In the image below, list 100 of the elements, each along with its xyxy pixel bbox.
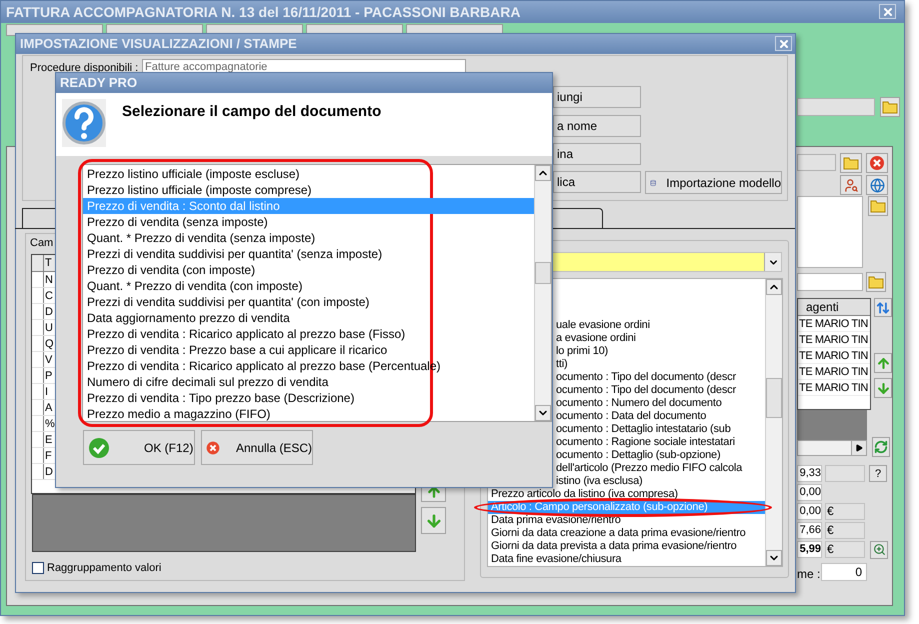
list-item[interactable]: Prezzo listino ufficiale (imposte escluse): [83, 166, 534, 182]
list-item[interactable]: Prezzo medio a magazzino (FIFO): [83, 406, 534, 422]
window-title: FATTURA ACCOMPAGNATORIA N. 13 del 16/11/2011 - PACASSONI BARBARA: [6, 2, 520, 22]
currency-field: €: [825, 522, 865, 539]
table-cell-text: P: [44, 369, 52, 383]
table-cell-text: Q: [44, 337, 54, 351]
text-field[interactable]: [797, 98, 875, 116]
table-cell-text: %: [44, 417, 55, 431]
fields-label: Cam: [30, 236, 54, 251]
close-button[interactable]: [879, 4, 896, 19]
folder-icon: [843, 156, 859, 170]
checkbox-label: Raggruppamento valori: [47, 561, 162, 576]
move-up-button[interactable]: [874, 353, 892, 373]
list-item[interactable]: Quant. * Prezzo di vendita (senza imposte): [83, 230, 534, 246]
list-item[interactable]: Prezzo articolo da listino (iva compresa): [488, 488, 765, 501]
scroll-arrow-button[interactable]: [766, 550, 782, 566]
folder-button[interactable]: [866, 272, 886, 292]
question-mark-icon: [62, 99, 106, 147]
window-title: IMPOSTAZIONE VISUALIZZAZIONI / STAMPE: [20, 35, 297, 54]
checkbox[interactable]: [32, 562, 44, 574]
text-field[interactable]: [797, 273, 863, 291]
scroll-arrow-button[interactable]: [535, 165, 551, 181]
person-search-button[interactable]: [840, 175, 862, 195]
list-item[interactable]: Prezzo di vendita : Prezzo base a cui applicare il ricarico: [83, 342, 534, 358]
help-button[interactable]: ?: [869, 465, 887, 482]
table-cell-text: I: [44, 385, 48, 399]
refresh-button[interactable]: [872, 437, 890, 457]
table-cell-text: E: [44, 433, 52, 447]
globe-icon: [870, 178, 884, 192]
folder-icon: [868, 275, 884, 289]
x-circle-icon: [869, 155, 885, 171]
folder-button[interactable]: [840, 153, 862, 173]
table-cell-text: C: [44, 289, 53, 303]
arrow-down-icon: [424, 512, 442, 530]
delete-button[interactable]: [866, 153, 888, 173]
table-cell-text: F: [44, 449, 52, 463]
list-item[interactable]: Numero di cifre decimali sul prezzo di vendita: [83, 374, 534, 390]
list-item[interactable]: Data fine evasione/chiusura: [488, 553, 765, 566]
horizontal-scrollbar[interactable]: [797, 440, 867, 456]
dropdown-arrow-button[interactable]: [764, 253, 781, 271]
zoom-button[interactable]: [870, 540, 888, 558]
close-icon: [778, 38, 790, 50]
move-button[interactable]: [874, 298, 892, 317]
refresh-icon: [874, 440, 888, 454]
ok-button[interactable]: OK (F12): [83, 430, 195, 465]
table-cell: TE MARIO TIN: [798, 380, 870, 396]
list-item[interactable]: Prezzo di vendita (senza imposte): [83, 214, 534, 230]
import-template-button[interactable]: Importazione modello: [645, 171, 782, 194]
scroll-arrow-button[interactable]: [766, 279, 782, 295]
scroll-thumb[interactable]: [766, 378, 782, 418]
list-item[interactable]: Prezzi di vendita suddivisi per quantita' (con imposte): [83, 294, 534, 310]
list-item[interactable]: Quant. * Prezzo di vendita (con imposte): [83, 278, 534, 294]
text-field[interactable]: [797, 154, 836, 171]
side-button[interactable]: a nome: [553, 115, 641, 137]
list-item[interactable]: Data prima evasione/rientro: [488, 514, 765, 527]
table-cell-text: A: [44, 401, 52, 415]
list-item[interactable]: Giorni da data creazione a data prima evasione/rientro: [488, 527, 765, 540]
side-button[interactable]: ina: [553, 143, 641, 165]
move-down-button[interactable]: [421, 507, 446, 534]
table-cell: TE MARIO TIN: [798, 348, 870, 364]
table-cell: TE MARIO TIN: [798, 316, 870, 332]
scroll-arrow-button[interactable]: [535, 405, 551, 421]
list-item[interactable]: Prezzo di vendita : Tipo prezzo base (Descrizione): [83, 390, 534, 406]
list-item[interactable]: Data aggiornamento prezzo di vendita: [83, 310, 534, 326]
folder-icon: [870, 199, 886, 213]
list-item[interactable]: Prezzo listino ufficiale (imposte comprese): [83, 182, 534, 198]
zoom-in-icon: [872, 543, 886, 556]
folder-button[interactable]: [880, 97, 900, 117]
person-search-icon: [844, 178, 858, 192]
cancel-button[interactable]: Annulla (ESC): [201, 430, 313, 465]
check-icon: [88, 436, 110, 458]
side-button[interactable]: iungi: [553, 86, 641, 108]
arrow-down-icon: [876, 380, 890, 396]
move-down-button[interactable]: [874, 378, 892, 398]
scroll-thumb[interactable]: [535, 262, 551, 284]
list-item[interactable]: Prezzo di vendita : Ricarico applicato al prezzo base (Fisso): [83, 326, 534, 342]
vertical-scrollbar[interactable]: [534, 165, 551, 421]
up-down-arrow-icon: [876, 300, 890, 314]
table-cell-text: V: [44, 353, 52, 367]
vertical-scrollbar[interactable]: [765, 279, 782, 566]
close-button[interactable]: [775, 36, 792, 51]
close-icon: [882, 6, 894, 18]
dialog-title: READY PRO: [60, 74, 138, 92]
list-item[interactable]: Prezzo di vendita (con imposte): [83, 262, 534, 278]
amount-field: 7,66: [797, 522, 822, 539]
side-button[interactable]: lica: [553, 171, 641, 193]
counter-field[interactable]: 0: [821, 563, 867, 581]
currency-field: €: [825, 503, 865, 520]
column-header: T: [44, 256, 52, 271]
folder-button[interactable]: [868, 196, 888, 216]
play-arrow-icon: [855, 444, 863, 452]
globe-button[interactable]: [866, 175, 888, 195]
table-cell: TE MARIO TIN: [798, 364, 870, 380]
table-cell-text: D: [44, 465, 53, 479]
list-item[interactable]: Giorni da data prevista a data prima evasione/rientro: [488, 540, 765, 553]
empty-grid-area: [797, 410, 867, 440]
text-area[interactable]: [797, 196, 863, 268]
text-field[interactable]: [825, 465, 865, 482]
scroll-right-button[interactable]: [851, 441, 866, 455]
list-item[interactable]: Prezzi di vendita suddivisi per quantita' (senza imposte): [83, 246, 534, 262]
